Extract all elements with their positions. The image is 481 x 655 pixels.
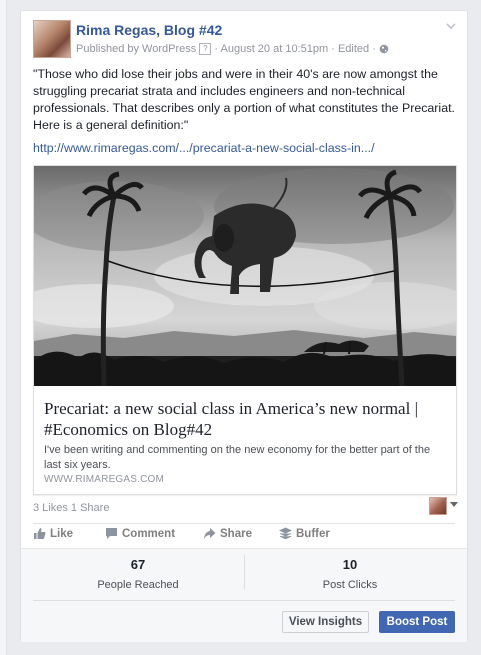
insights-panel: 67 People Reached 10 Post Clicks View In… bbox=[21, 548, 467, 642]
published-by: Published by WordPress bbox=[76, 43, 197, 55]
comment-icon bbox=[106, 528, 117, 539]
shares-count[interactable]: 1 Share bbox=[71, 502, 110, 514]
post-clicks-metric[interactable]: 10 Post Clicks bbox=[250, 557, 450, 591]
actor-selector-avatar[interactable] bbox=[429, 497, 447, 515]
divider bbox=[33, 600, 455, 601]
caret-down-icon[interactable] bbox=[450, 502, 458, 507]
link-preview-image[interactable] bbox=[34, 166, 456, 386]
metric-divider bbox=[244, 555, 245, 590]
comment-button[interactable]: Comment bbox=[105, 527, 175, 540]
post-url-link[interactable]: http://www.rimaregas.com/.../precariat-a… bbox=[33, 141, 375, 155]
meta-separator: · bbox=[331, 43, 335, 55]
share-button[interactable]: Share bbox=[203, 527, 252, 540]
edited-label[interactable]: Edited bbox=[338, 43, 369, 55]
meta-separator: · bbox=[372, 43, 376, 55]
chevron-down-icon[interactable] bbox=[445, 20, 457, 32]
link-preview-title[interactable]: Precariat: a new social class in America… bbox=[44, 398, 448, 440]
buffer-button[interactable]: Buffer bbox=[278, 527, 330, 540]
boost-post-button[interactable]: Boost Post bbox=[379, 611, 455, 633]
buffer-label: Buffer bbox=[296, 528, 330, 540]
people-reached-value: 67 bbox=[130, 557, 146, 572]
post-timestamp[interactable]: August 20 at 10:51pm bbox=[221, 43, 329, 55]
globe-icon[interactable] bbox=[379, 44, 389, 54]
post-text: "Those who did lose their jobs and were … bbox=[33, 67, 455, 132]
post-clicks-value: 10 bbox=[342, 557, 358, 572]
view-insights-button[interactable]: View Insights bbox=[282, 611, 369, 633]
engagement-stats: 3 Likes 1 Share bbox=[33, 502, 109, 514]
like-button[interactable]: Like bbox=[33, 527, 73, 540]
page-avatar[interactable] bbox=[33, 20, 71, 58]
buffer-icon bbox=[278, 527, 293, 540]
people-reached-label: People Reached bbox=[97, 579, 179, 591]
background-strip bbox=[0, 0, 7, 655]
link-preview-domain: WWW.RIMAREGAS.COM bbox=[44, 474, 165, 485]
like-label: Like bbox=[50, 528, 74, 540]
link-preview-description: I've been writing and commenting on the … bbox=[44, 444, 431, 471]
people-reached-metric[interactable]: 67 People Reached bbox=[38, 557, 238, 591]
page-name-link[interactable]: Rima Regas, Blog #42 bbox=[76, 22, 222, 38]
meta-separator: · bbox=[214, 43, 219, 55]
post-meta: Published by WordPress ? · August 20 at … bbox=[76, 43, 389, 56]
help-icon[interactable]: ? bbox=[199, 43, 212, 56]
like-icon bbox=[34, 528, 46, 539]
link-preview[interactable]: Precariat: a new social class in America… bbox=[33, 165, 457, 495]
share-icon bbox=[204, 528, 216, 539]
divider bbox=[33, 523, 455, 524]
post-clicks-label: Post Clicks bbox=[322, 579, 378, 591]
post-card: Rima Regas, Blog #42 Published by WordPr… bbox=[20, 10, 468, 642]
comment-label: Comment bbox=[122, 528, 176, 540]
share-label: Share bbox=[220, 528, 252, 540]
likes-count[interactable]: 3 Likes bbox=[33, 502, 68, 514]
